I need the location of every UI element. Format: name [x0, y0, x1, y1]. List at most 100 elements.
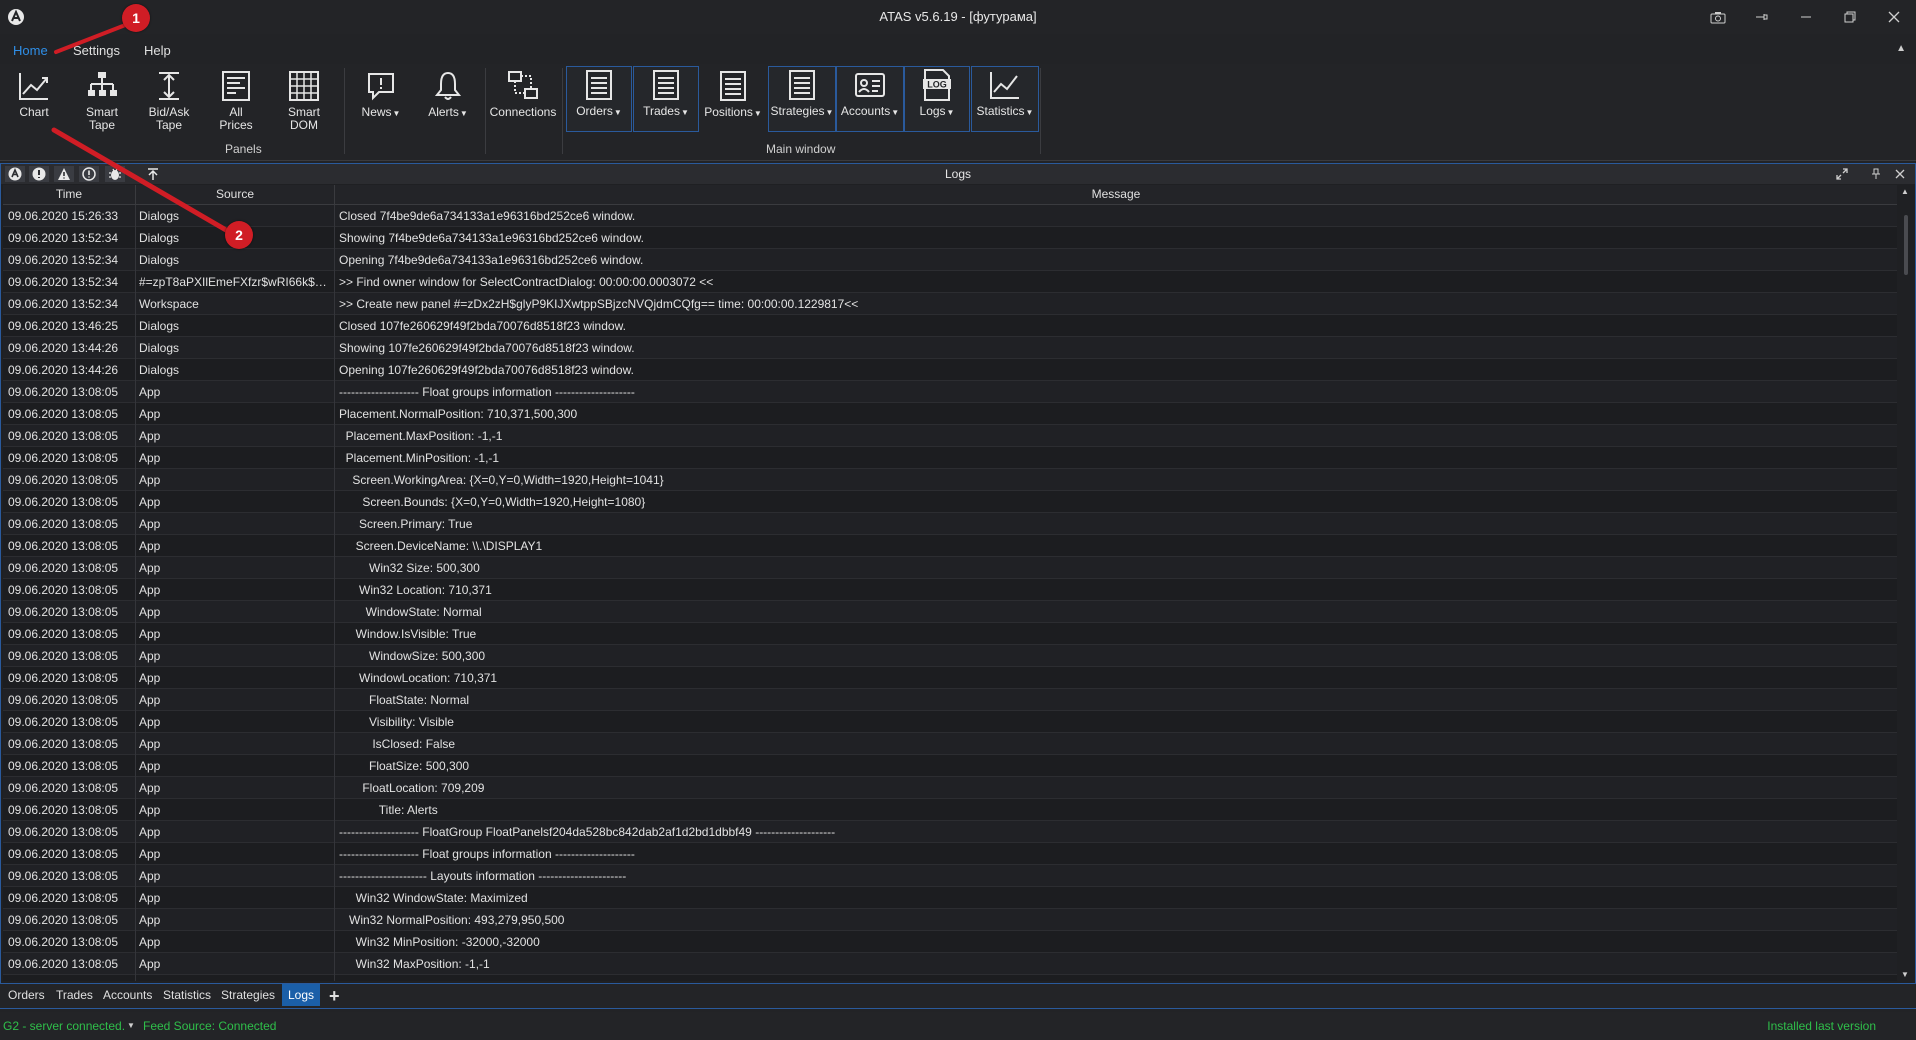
log-row[interactable]: 09.06.2020 13:08:05 App ------------------… — [3, 821, 1897, 843]
log-row[interactable]: 09.06.2020 13:08:05 App Placement.MaxPosi… — [3, 425, 1897, 447]
ribbon-separator — [1040, 68, 1041, 154]
smart-dom-button[interactable]: Smart DOM — [282, 68, 326, 140]
tab-logs[interactable]: Logs — [282, 984, 321, 1006]
tab-orders[interactable]: Orders — [8, 988, 45, 1002]
scroll-up-icon[interactable]: ▲ — [1901, 187, 1909, 196]
log-source-cell: App — [139, 979, 329, 981]
log-row[interactable]: 09.06.2020 13:08:05 App WindowLocation: 7… — [3, 667, 1897, 689]
log-source-cell: App — [139, 957, 161, 971]
logs-scrollbar[interactable]: ▲ ▼ — [1897, 185, 1915, 981]
log-row[interactable]: 09.06.2020 13:08:05 App Screen.DeviceName… — [3, 535, 1897, 557]
log-row[interactable]: 09.06.2020 13:08:05 App WindowSize: 500,3… — [3, 645, 1897, 667]
tab-accounts[interactable]: Accounts — [103, 988, 152, 1002]
menu-home[interactable]: Home — [13, 43, 48, 58]
log-row[interactable]: 09.06.2020 13:08:05 App Win32 Size: 500,3… — [3, 557, 1897, 579]
menu-settings[interactable]: Settings — [73, 43, 120, 58]
log-row[interactable]: 09.06.2020 13:08:05 App Window.IsVisible:… — [3, 623, 1897, 645]
strategies-icon — [784, 67, 820, 103]
connections-button[interactable]: Connections — [488, 68, 558, 140]
camera-icon[interactable] — [1696, 0, 1740, 34]
log-row[interactable]: 09.06.2020 13:44:26 Dialogs Opening 107fe2… — [3, 359, 1897, 381]
close-panel-icon[interactable] — [1891, 166, 1909, 182]
accounts-button[interactable]: Accounts▼ — [836, 66, 904, 132]
source-column-header[interactable]: Source — [136, 187, 334, 201]
log-row[interactable]: 09.06.2020 13:08:05 App Win32 NormalPosit… — [3, 909, 1897, 931]
log-row[interactable]: 09.06.2020 13:08:05 App IsIconic: False — [3, 975, 1897, 981]
log-row[interactable]: 09.06.2020 13:08:05 App Placement.NormalPo… — [3, 403, 1897, 425]
news-button[interactable]: News▼ — [356, 68, 406, 140]
log-row[interactable]: 09.06.2020 15:26:33 Dialogs Closed 7f4be9d… — [3, 205, 1897, 227]
log-row[interactable]: 09.06.2020 13:08:05 App Win32 MinPosition… — [3, 931, 1897, 953]
log-row[interactable]: 09.06.2020 13:08:05 App IsClosed: False — [3, 733, 1897, 755]
pin-panel-icon[interactable] — [1867, 166, 1885, 182]
logs-icon: LOG — [919, 67, 955, 103]
alerts-button[interactable]: Alerts▼ — [423, 68, 473, 140]
log-time-cell: 09.06.2020 13:08:05 — [8, 605, 119, 619]
connection-dropdown-icon[interactable]: ▼ — [127, 1021, 135, 1030]
float-panel-icon[interactable] — [1833, 166, 1851, 182]
trades-label: Trades▼ — [643, 104, 689, 118]
log-row[interactable]: 09.06.2020 13:08:05 App Title: Alerts — [3, 799, 1897, 821]
log-time-cell: 09.06.2020 13:08:05 — [8, 825, 119, 839]
collapse-ribbon-icon[interactable]: ▲ — [1896, 43, 1906, 54]
log-row[interactable]: 09.06.2020 13:08:05 App Placement.MinPosi… — [3, 447, 1897, 469]
log-row[interactable]: 09.06.2020 13:46:25 Dialogs Closed 107fe26… — [3, 315, 1897, 337]
log-row[interactable]: 09.06.2020 13:08:05 App FloatState: Norma… — [3, 689, 1897, 711]
bid-ask-tape-label: Bid/Ask Tape — [148, 105, 190, 132]
tab-trades[interactable]: Trades — [56, 988, 93, 1002]
scrollbar-thumb[interactable] — [1904, 215, 1908, 275]
log-row[interactable]: 09.06.2020 13:08:05 App Win32 WindowState… — [3, 887, 1897, 909]
log-row[interactable]: 09.06.2020 13:52:34 Dialogs Opening 7f4be9… — [3, 249, 1897, 271]
log-row[interactable]: 09.06.2020 13:52:34 Dialogs Showing 7f4be9… — [3, 227, 1897, 249]
alerts-label: Alerts▼ — [428, 105, 468, 119]
chart-button[interactable]: Chart — [14, 68, 54, 140]
log-row[interactable]: 09.06.2020 13:08:05 App FloatLocation: 70… — [3, 777, 1897, 799]
trades-button[interactable]: Trades▼ — [633, 66, 699, 132]
trades-icon — [648, 67, 684, 103]
log-row[interactable]: 09.06.2020 13:08:05 App Win32 Location: 7… — [3, 579, 1897, 601]
minimize-icon[interactable] — [1784, 0, 1828, 34]
connection-status[interactable]: G2 - server connected. — [3, 1019, 125, 1033]
log-row[interactable]: 09.06.2020 13:08:05 App Screen.WorkingAre… — [3, 469, 1897, 491]
tab-statistics[interactable]: Statistics — [163, 988, 211, 1002]
restore-icon[interactable] — [1828, 0, 1872, 34]
tab-strategies[interactable]: Strategies — [221, 988, 275, 1002]
scroll-down-icon[interactable]: ▼ — [1901, 970, 1909, 979]
pin-icon[interactable] — [1740, 0, 1784, 34]
smart-tape-button[interactable]: Smart Tape — [80, 68, 124, 140]
log-row[interactable]: 09.06.2020 13:08:05 App Screen.Bounds: {X… — [3, 491, 1897, 513]
log-message-cell: Showing 107fe260629f49f2bda70076d8518f23… — [339, 341, 635, 355]
log-row[interactable]: 09.06.2020 13:08:05 App Win32 MaxPosition… — [3, 953, 1897, 975]
log-row[interactable]: 09.06.2020 13:08:05 App Screen.Primary: T… — [3, 513, 1897, 535]
menu-help[interactable]: Help — [144, 43, 171, 58]
add-tab-icon[interactable]: + — [329, 986, 340, 1007]
log-row[interactable]: 09.06.2020 13:08:05 App ------------------… — [3, 865, 1897, 887]
positions-button[interactable]: Positions▼ — [700, 68, 766, 140]
log-row[interactable]: 09.06.2020 13:08:05 App WindowState: Norm… — [3, 601, 1897, 623]
log-message-cell: Title: Alerts — [339, 803, 438, 817]
log-row[interactable]: 09.06.2020 13:08:05 App ------------------… — [3, 381, 1897, 403]
log-message-cell: -------------------- FloatGroup FloatPan… — [339, 825, 836, 839]
log-source-cell: App — [139, 451, 161, 465]
log-time-cell: 09.06.2020 13:08:05 — [8, 891, 119, 905]
bid-ask-tape-button[interactable]: Bid/Ask Tape — [144, 68, 194, 140]
log-message-cell: Win32 Size: 500,300 — [339, 561, 480, 575]
log-row[interactable]: 09.06.2020 13:08:05 App ------------------… — [3, 843, 1897, 865]
log-row[interactable]: 09.06.2020 13:52:34 Workspace >> Create ne… — [3, 293, 1897, 315]
log-message-cell: Screen.DeviceName: \\.\DISPLAY1 — [339, 539, 543, 553]
all-prices-button[interactable]: All Prices — [216, 68, 256, 140]
statistics-button[interactable]: Statistics▼ — [971, 66, 1039, 132]
orders-button[interactable]: Orders▼ — [566, 66, 632, 132]
message-column-header[interactable]: Message — [335, 187, 1897, 201]
log-row[interactable]: 09.06.2020 13:08:05 App FloatSize: 500,30… — [3, 755, 1897, 777]
log-row[interactable]: 09.06.2020 13:52:34 #=zpT8aPXIlEmeFXfzr$w… — [3, 271, 1897, 293]
close-icon[interactable] — [1872, 0, 1916, 34]
strategies-button[interactable]: Strategies▼ — [768, 66, 836, 132]
log-row[interactable]: 09.06.2020 13:08:05 App Visibility: Visib… — [3, 711, 1897, 733]
log-time-cell: 09.06.2020 13:08:05 — [8, 759, 119, 773]
logs-button[interactable]: LOG Logs▼ — [904, 66, 970, 132]
logs-table-body: 09.06.2020 15:26:33 Dialogs Closed 7f4be9d… — [3, 205, 1897, 981]
log-message-cell: -------------------- Float groups inform… — [339, 385, 635, 399]
log-row[interactable]: 09.06.2020 13:44:26 Dialogs Showing 107fe2… — [3, 337, 1897, 359]
time-column-header[interactable]: Time — [3, 187, 135, 201]
